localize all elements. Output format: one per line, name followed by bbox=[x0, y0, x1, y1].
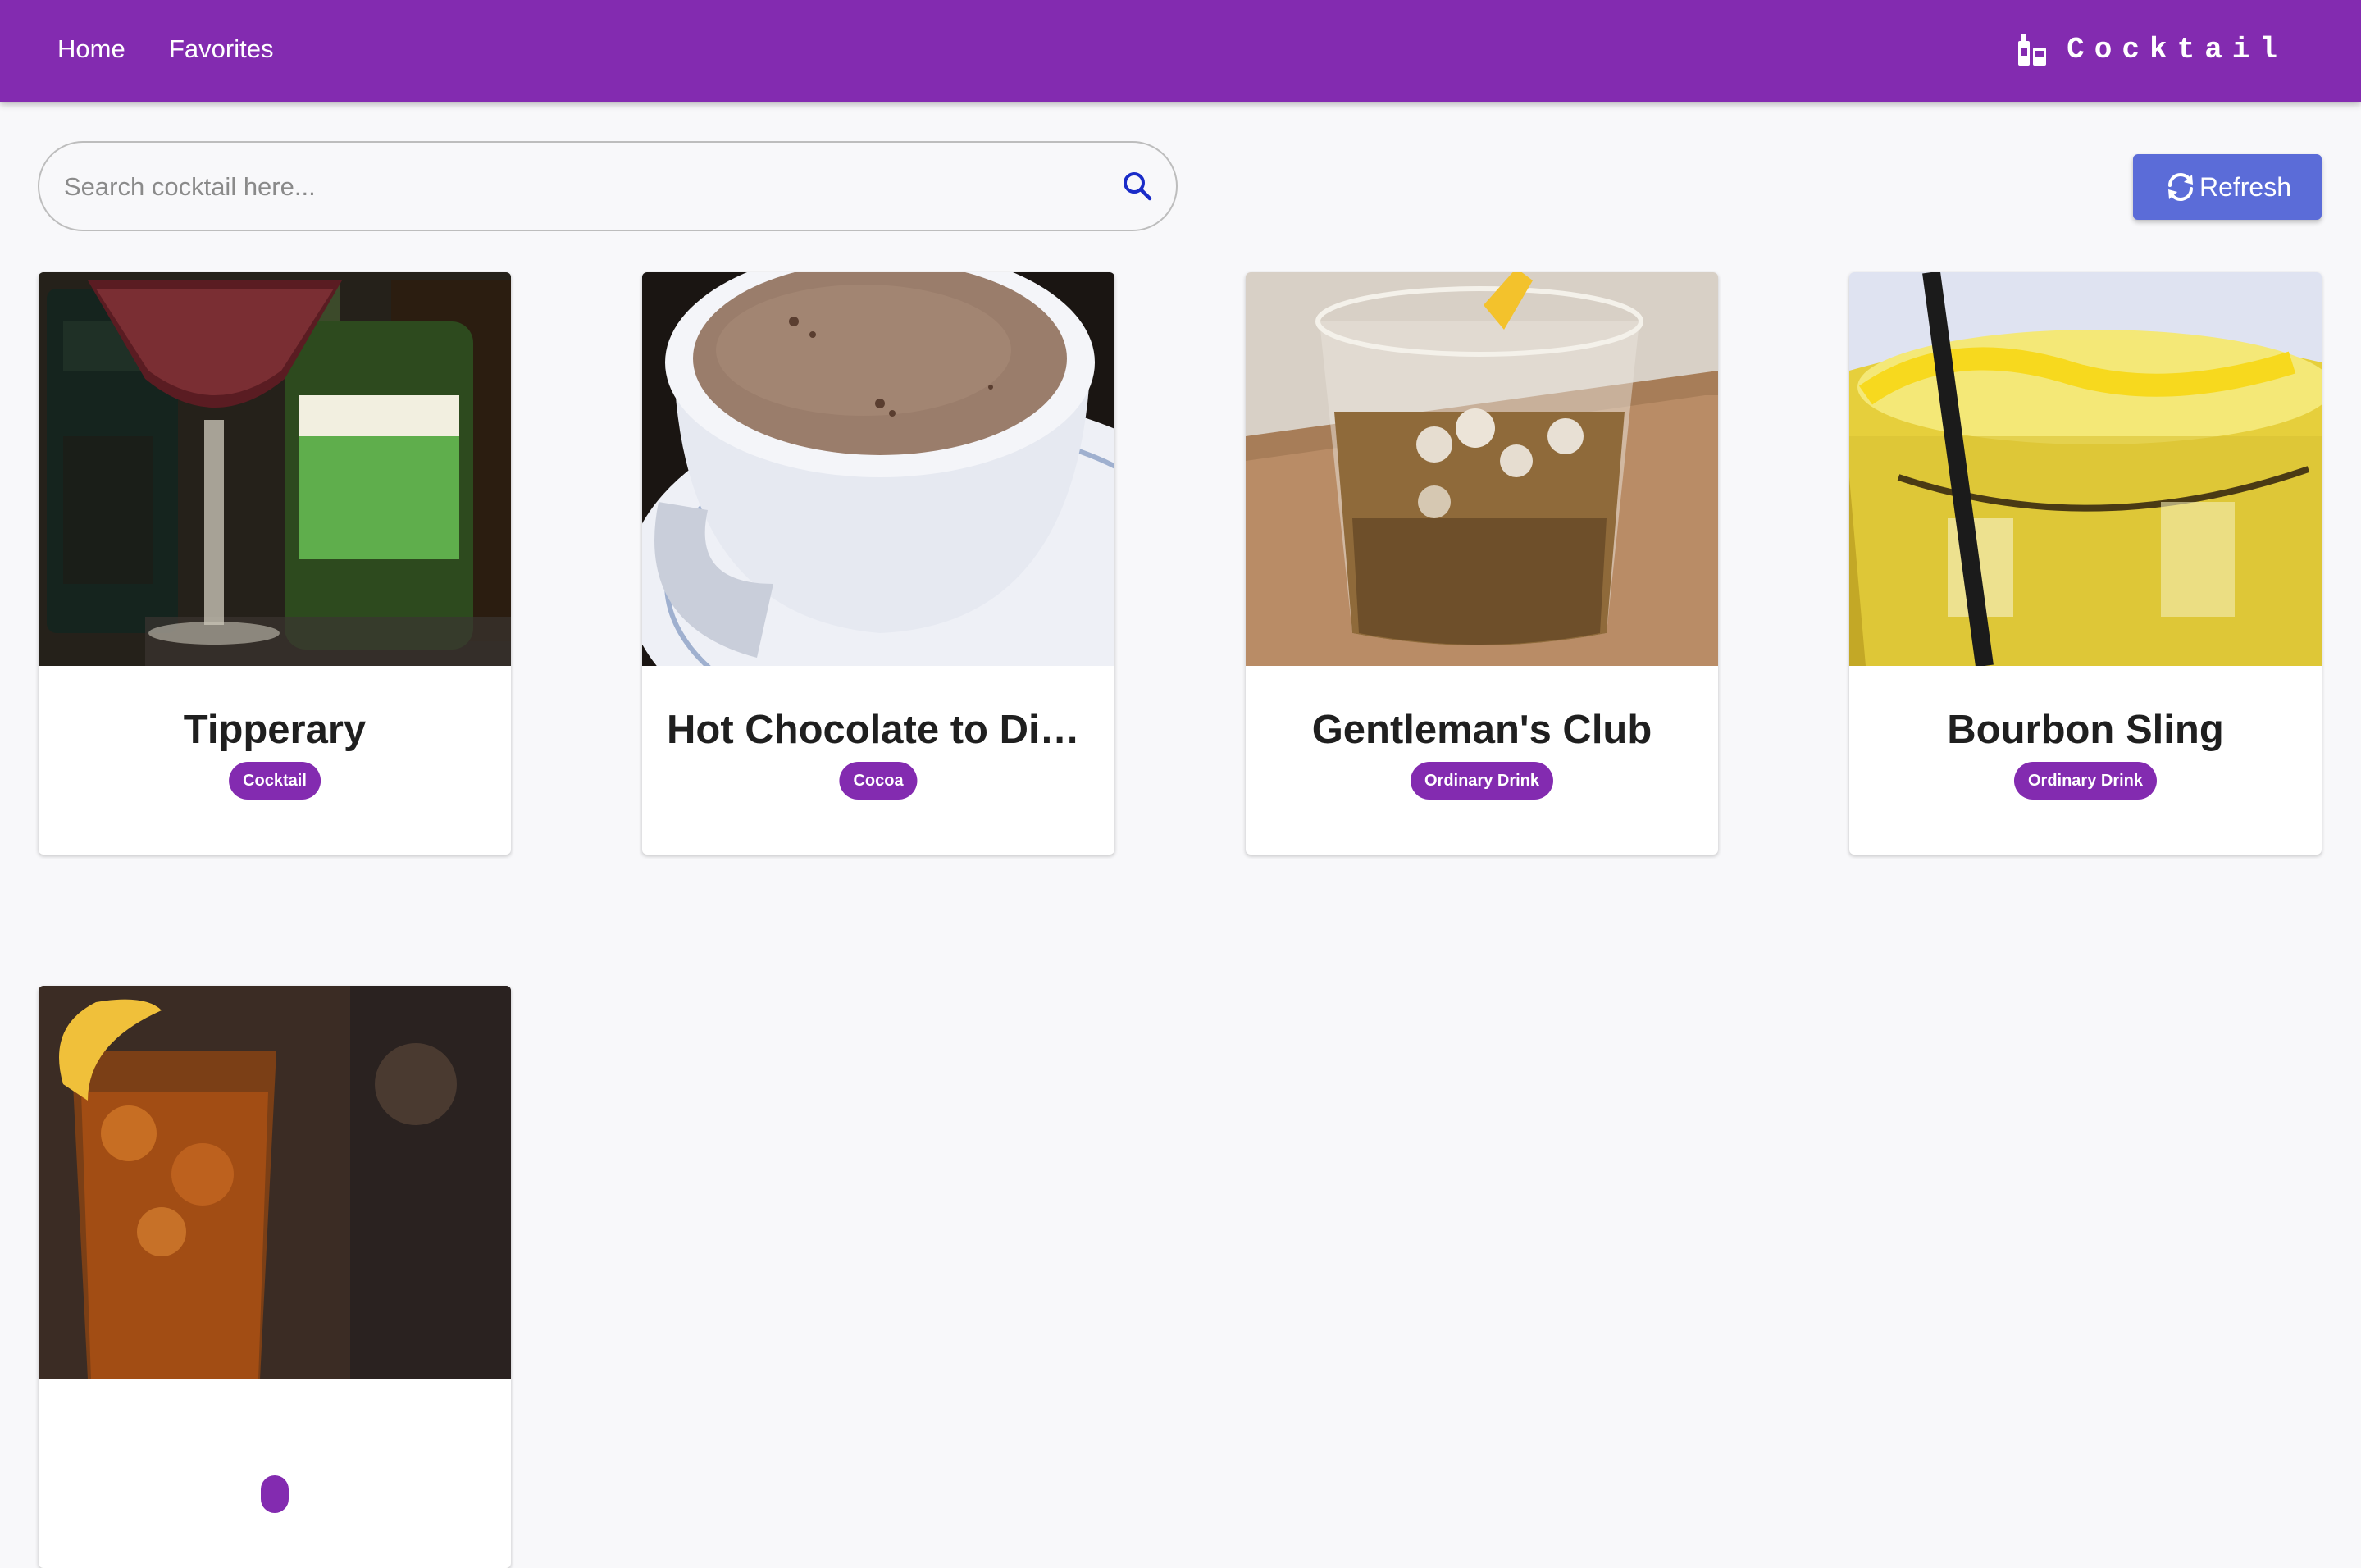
drink-card[interactable]: Hot Chocolate to Die for Cocoa bbox=[642, 272, 1114, 855]
brand-logo[interactable]: Cocktail bbox=[2014, 23, 2287, 75]
drink-name: Tipperary bbox=[183, 708, 367, 752]
drink-category-chip: Cocktail bbox=[229, 762, 321, 800]
refresh-label: Refresh bbox=[2199, 171, 2292, 202]
brand-name: Cocktail bbox=[2067, 32, 2287, 66]
drink-card[interactable]: Bourbon Sling Ordinary Drink bbox=[1849, 272, 2322, 855]
search-bar bbox=[38, 141, 1178, 231]
drink-name: Hot Chocolate to Die for bbox=[667, 708, 1090, 752]
drink-card[interactable]: Tipperary Cocktail bbox=[39, 272, 511, 855]
drink-image bbox=[1246, 272, 1718, 666]
drink-image bbox=[39, 272, 511, 666]
search-button[interactable] bbox=[1115, 164, 1160, 208]
drink-image bbox=[1849, 272, 2322, 666]
search-input[interactable] bbox=[62, 143, 1091, 231]
drink-category-chip: Cocoa bbox=[839, 762, 918, 800]
refresh-button[interactable]: Refresh bbox=[2133, 154, 2322, 220]
drink-name: Bourbon Sling bbox=[1947, 708, 2224, 752]
drink-category-chip: Ordinary Drink bbox=[1410, 762, 1554, 800]
nav-home-link[interactable]: Home bbox=[57, 33, 125, 66]
drink-image bbox=[642, 272, 1114, 666]
drink-card[interactable] bbox=[39, 986, 511, 1568]
drink-category-chip: Ordinary Drink bbox=[2013, 762, 2158, 800]
drink-card[interactable]: Gentleman's Club Ordinary Drink bbox=[1246, 272, 1718, 855]
drink-name: Gentleman's Club bbox=[1311, 708, 1652, 752]
search-icon bbox=[1124, 172, 1152, 201]
bottle-glass-icon bbox=[2018, 34, 2047, 66]
nav-favorites-link[interactable]: Favorites bbox=[169, 33, 273, 66]
refresh-icon bbox=[2167, 173, 2193, 201]
drink-image bbox=[39, 986, 511, 1379]
drink-category-chip bbox=[261, 1475, 289, 1513]
app-bar: Home Favorites Cocktail bbox=[0, 0, 2361, 102]
